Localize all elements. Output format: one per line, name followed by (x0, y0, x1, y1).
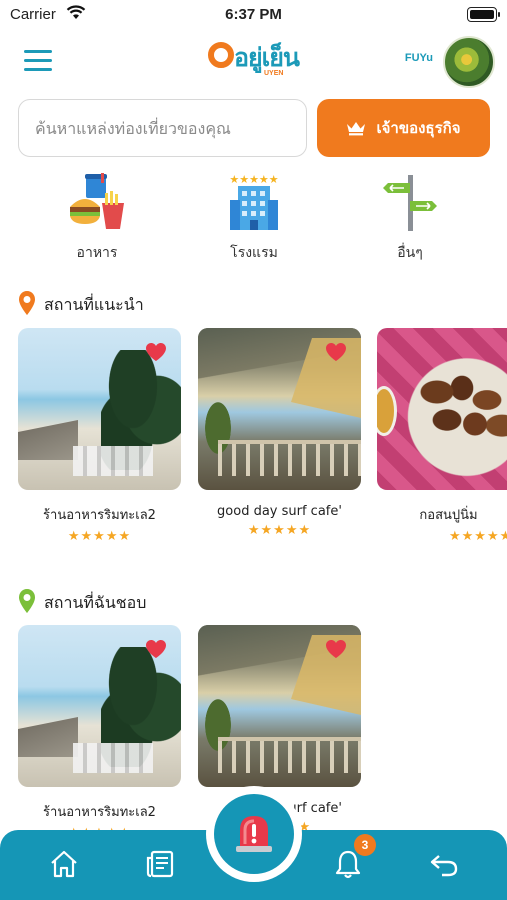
favorites-section-title: สถานที่ฉันชอบ (18, 588, 146, 618)
rating-stars: ★★★★★ (449, 529, 507, 544)
category-hotel-label: โรงแรม (230, 245, 278, 261)
place-photo (18, 328, 181, 490)
search-input[interactable] (18, 99, 307, 157)
status-bar: Carrier 6:37 PM (0, 0, 507, 32)
place-photo (377, 328, 507, 490)
place-name: good day surf cafe' (217, 504, 342, 519)
heart-icon[interactable] (145, 639, 167, 663)
app-logo: อยู่เย็น UYEN (208, 38, 300, 82)
category-other[interactable]: อื่นๆ (355, 172, 465, 264)
rating-stars: ★★★★★ (247, 523, 312, 538)
place-photo (198, 328, 361, 490)
place-card[interactable]: กอสนปูนิ่ม ★★★★★ (377, 328, 507, 544)
alarm-button-ring (206, 786, 302, 882)
place-photo (198, 625, 361, 787)
notification-badge: 3 (354, 834, 376, 856)
hotel-icon: ★★★★★ (199, 172, 309, 232)
recommended-title: สถานที่แนะนำ (44, 294, 144, 314)
back-icon[interactable] (424, 844, 464, 884)
battery-icon (467, 7, 500, 22)
signpost-icon (355, 172, 465, 232)
place-card[interactable]: ร้านอาหารริมทะเล2 ★★★★★ (18, 625, 181, 841)
place-card[interactable]: ร้านอาหารริมทะเล2 ★★★★★ (18, 328, 181, 544)
username-label[interactable]: FUYu (405, 52, 433, 64)
place-name: กอสนปูนิ่ม (419, 508, 478, 523)
logo-subtext: UYEN (264, 70, 284, 77)
bell-icon[interactable]: 3 (328, 834, 376, 884)
heart-icon[interactable] (325, 639, 347, 663)
recommended-section-title: สถานที่แนะนำ (18, 290, 144, 320)
alarm-button[interactable] (214, 794, 294, 874)
place-name: ร้านอาหารริมทะเล2 (43, 805, 156, 820)
category-row: อาหาร ★★★★★ โรงแรม อื่นๆ (0, 172, 507, 262)
news-icon[interactable] (140, 844, 180, 884)
location-pin-icon (18, 588, 36, 618)
crown-icon (346, 120, 366, 136)
search-row: เจ้าของธุรกิจ (18, 99, 490, 157)
place-card[interactable]: good day surf cafe' ★★★★★ (198, 328, 361, 538)
business-owner-label: เจ้าของธุรกิจ (376, 119, 461, 137)
home-icon[interactable] (44, 844, 84, 884)
category-food[interactable]: อาหาร (42, 172, 152, 264)
svg-text:★★★★★: ★★★★★ (229, 173, 278, 186)
rating-stars: ★★★★★ (67, 529, 132, 544)
heart-icon[interactable] (145, 342, 167, 366)
avatar[interactable] (443, 36, 495, 88)
location-pin-icon (18, 290, 36, 320)
place-name: ร้านอาหารริมทะเล2 (43, 508, 156, 523)
category-other-label: อื่นๆ (397, 245, 423, 261)
favorites-title: สถานที่ฉันชอบ (44, 592, 147, 612)
heart-icon[interactable] (325, 342, 347, 366)
alarm-icon (228, 806, 280, 862)
place-card-clip: กอสนปูนิ่ม ★★★★★ (377, 328, 507, 568)
business-owner-button[interactable]: เจ้าของธุรกิจ (317, 99, 490, 157)
food-icon (42, 172, 152, 232)
clock: 6:37 PM (225, 6, 282, 23)
app-header: อยู่เย็น UYEN FUYu (0, 32, 507, 92)
place-photo (18, 625, 181, 787)
category-hotel[interactable]: ★★★★★ โรงแรม (199, 172, 309, 264)
menu-icon[interactable] (24, 50, 52, 72)
category-food-label: อาหาร (76, 245, 118, 261)
